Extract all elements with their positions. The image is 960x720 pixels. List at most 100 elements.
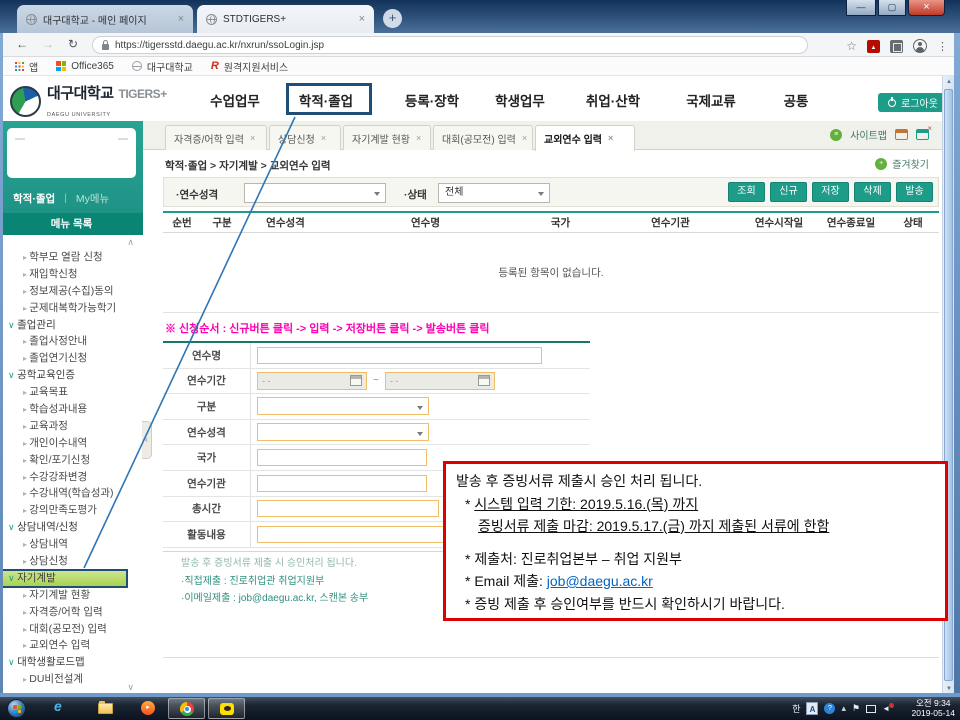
sidebar-item-external-training[interactable]: 교외연수 입력 (0, 637, 143, 654)
sidebar-item-course-change[interactable]: 수강강좌변경 (0, 469, 143, 486)
sidebar-item-learning-outcome[interactable]: 학습성과내용 (0, 401, 143, 418)
pdf-extension-icon[interactable] (867, 40, 880, 53)
kakaotalk-taskbar-button[interactable] (208, 698, 245, 719)
explorer-taskbar-icon[interactable] (98, 703, 113, 714)
bookmark-remote-support[interactable]: 원격지원서비스 (211, 59, 288, 74)
sidebar-item-military-return[interactable]: 군제대복학가능학기 (0, 300, 143, 317)
email-link[interactable]: job@daegu.ac.kr (547, 573, 653, 589)
browser-tab-daegu-main[interactable]: 대구대학교 - 메인 페이지 (17, 5, 193, 33)
close-icon[interactable] (416, 133, 421, 144)
chevron-up-icon[interactable] (127, 237, 134, 248)
sidebar-item-graduation-guide[interactable]: 졸업사정안내 (0, 333, 143, 350)
taskbar-clock[interactable]: 오전 9:34 2019-05-14 (912, 699, 955, 718)
sidebar-group-campus-roadmap[interactable]: 대학생활로드맵 (0, 654, 143, 671)
bookmark-apps[interactable]: 앱 (14, 59, 38, 74)
tab-contest-input[interactable]: 대회(공모전) 입력 (433, 125, 533, 150)
close-icon[interactable] (250, 133, 255, 144)
university-logo[interactable]: 대구대학교 TIGERS+ DAEGU UNIVERSITY (10, 82, 167, 121)
new-button[interactable]: 신규 (770, 182, 807, 202)
window-maximize-button[interactable] (878, 0, 906, 16)
send-button[interactable]: 발송 (896, 182, 933, 202)
chrome-taskbar-button[interactable] (168, 698, 205, 719)
sidebar-item-lecture-satisfaction[interactable]: 강의만족도평가 (0, 502, 143, 519)
sidebar-item-selfdev-status[interactable]: 자기계발 현황 (0, 587, 143, 604)
bookmark-daegu[interactable]: 대구대학교 (132, 59, 193, 74)
calendar-icon[interactable] (350, 375, 362, 386)
window-minimize-button[interactable] (846, 0, 876, 16)
ime-mode-indicator[interactable]: A (806, 702, 818, 715)
calendar-icon[interactable] (478, 375, 490, 386)
chevron-down-icon[interactable] (127, 682, 134, 693)
sidebar-item-license-language[interactable]: 자격증/어학 입력 (0, 604, 143, 621)
sidebar-item-info-consent[interactable]: 정보제공(수집)동의 (0, 283, 143, 300)
tab-external-training[interactable]: 교외연수 입력 (535, 125, 635, 151)
media-player-taskbar-icon[interactable] (141, 701, 155, 715)
status-select[interactable]: 전체 (438, 183, 550, 203)
network-icon[interactable] (866, 705, 876, 713)
extension-icon[interactable] (890, 40, 903, 53)
start-date-input[interactable]: - - (257, 372, 367, 390)
nav-item-registration[interactable]: 등록·장학 (405, 90, 459, 110)
browser-menu-icon[interactable] (937, 37, 948, 55)
close-icon[interactable] (608, 133, 613, 144)
sidebar-group-self-development[interactable]: 자기계발 (0, 570, 127, 587)
profile-avatar-icon[interactable] (913, 39, 927, 53)
sidebar-item-counsel-history[interactable]: 상담내역 (0, 536, 143, 553)
save-button[interactable]: 저장 (812, 182, 849, 202)
nav-item-international[interactable]: 국제교류 (686, 90, 736, 110)
new-tab-button[interactable] (383, 9, 402, 28)
total-hours-input[interactable] (257, 500, 439, 517)
training-nature-select[interactable] (244, 183, 386, 203)
help-tray-icon[interactable] (824, 703, 835, 714)
bookmark-star-icon[interactable] (846, 37, 857, 55)
nav-item-career[interactable]: 취업·산학 (586, 90, 640, 110)
nav-item-student-affairs[interactable]: 학생업무 (495, 90, 545, 110)
bookmark-office365[interactable]: Office365 (56, 61, 114, 72)
nav-item-common[interactable]: 공통 (784, 90, 809, 110)
close-icon[interactable] (522, 133, 527, 144)
browser-tab-stdtigers[interactable]: STDTIGERS+ (197, 5, 374, 33)
search-button[interactable]: 조회 (728, 182, 765, 202)
show-hidden-icons[interactable] (841, 703, 846, 714)
sidebar-item-graduation-delay[interactable]: 졸업연기신청 (0, 350, 143, 367)
back-icon[interactable] (16, 37, 28, 51)
close-icon[interactable] (321, 133, 326, 144)
sidebar-item-parent-view[interactable]: 학부모 열람 신청 (0, 249, 143, 266)
start-button[interactable] (7, 699, 26, 718)
tab-counsel-apply[interactable]: 상담신청 (269, 125, 341, 150)
ie-taskbar-icon[interactable] (54, 698, 62, 714)
close-tab-icon[interactable] (359, 13, 365, 25)
sidebar-item-curriculum[interactable]: 교육과정 (0, 418, 143, 435)
sidebar-group-counseling[interactable]: 상담내역/신청 (0, 519, 143, 536)
sidebar-item-counsel-apply[interactable]: 상담신청 (0, 553, 143, 570)
delete-button[interactable]: 삭제 (854, 182, 891, 202)
tab-license-language[interactable]: 자격증/어학 입력 (165, 125, 267, 150)
open-window-icon[interactable] (895, 129, 908, 140)
nav-item-classes[interactable]: 수업업무 (210, 90, 260, 110)
category-select[interactable] (257, 397, 429, 415)
sidebar-item-du-vision[interactable]: DU비전설계 (0, 671, 143, 688)
sitemap-link[interactable]: 사이트맵 (850, 127, 887, 142)
end-date-input[interactable]: - - (385, 372, 495, 390)
sidebar-item-contest-input[interactable]: 대회(공모전) 입력 (0, 621, 143, 638)
muted-speaker-icon[interactable] (882, 704, 890, 713)
address-bar[interactable]: https://tigersstd.daegu.ac.kr/nxrun/ssoL… (92, 36, 808, 54)
action-center-icon[interactable] (852, 703, 860, 714)
country-input[interactable] (257, 449, 427, 466)
training-name-input[interactable] (257, 347, 542, 364)
institution-input[interactable] (257, 475, 427, 492)
nature-select[interactable] (257, 423, 429, 441)
close-tab-icon[interactable] (178, 13, 184, 25)
sidebar-tab-mymenu[interactable]: My메뉴 (76, 191, 109, 206)
sidebar-tab-records[interactable]: 학적·졸업 (13, 191, 55, 206)
sidebar-item-edu-goal[interactable]: 교육목표 (0, 384, 143, 401)
sidebar-collapse-handle[interactable] (142, 421, 152, 459)
tab-selfdev-status[interactable]: 자기계발 현황 (343, 125, 431, 150)
logout-button[interactable]: 로그아웃 (878, 93, 948, 112)
sidebar-item-readmission[interactable]: 재입학신청 (0, 266, 143, 283)
sidebar-group-graduation[interactable]: 졸업관리 (0, 317, 143, 334)
add-favorite[interactable]: 즐겨찾기 (875, 156, 929, 171)
reload-icon[interactable] (68, 37, 78, 51)
ime-language-indicator[interactable]: 한 (792, 702, 800, 715)
sidebar-item-personal-record[interactable]: 개인이수내역 (0, 435, 143, 452)
